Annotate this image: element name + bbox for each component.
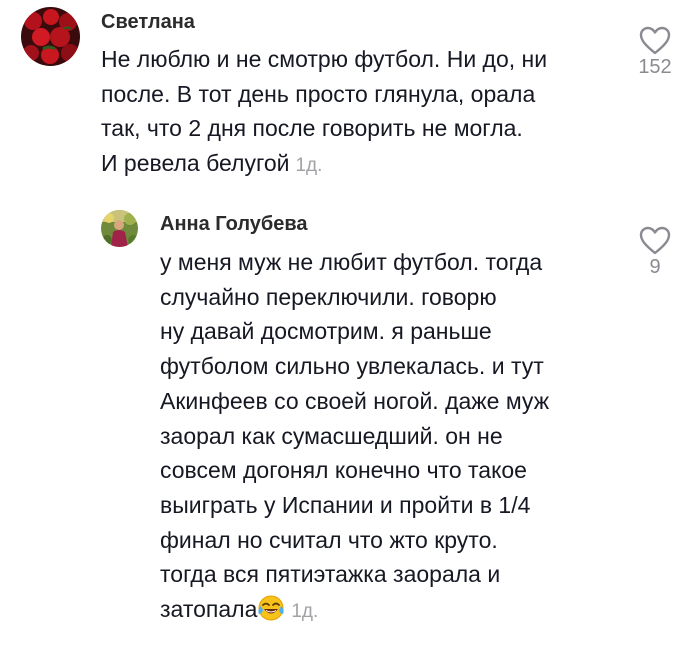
comment-timestamp: 1д. <box>291 601 319 623</box>
comment-text-line: так, что 2 дня после говорить не могла. <box>101 115 523 142</box>
comment-text-line-content: И ревела белугой <box>101 150 290 177</box>
comment-username[interactable]: Анна Голубева <box>160 213 308 236</box>
heart-outline-icon <box>625 226 685 255</box>
comment-text-line: выиграть у Испании и пройти в 1/4 <box>160 491 531 518</box>
comment-text-line: И ревела белугой 1д. <box>101 146 547 184</box>
comment-text: у меня муж не любит футбол. тогда случай… <box>160 245 549 630</box>
heart-outline-icon <box>625 26 685 55</box>
comment-text-line: тогда вся пятиэтажка заорала и <box>160 561 501 588</box>
comment-text-line: Акинфеев со своей ногой. даже муж <box>160 387 550 414</box>
face-with-tears-of-joy-icon <box>257 594 285 622</box>
comment-timestamp: 1д. <box>295 155 323 177</box>
comment-text-line: случайно переключили. говорю <box>160 283 497 310</box>
comment-username[interactable]: Светлана <box>101 11 195 34</box>
comment-text-line: у меня муж не любит футбол. тогда <box>160 249 543 275</box>
like-count: 9 <box>649 256 661 278</box>
comment-text-line: финал но считал что жто круто. <box>160 526 498 553</box>
comment-text-line: после. В тот день просто глянула, орала <box>101 80 536 107</box>
comment-text-line: затопала 1д. <box>160 592 549 630</box>
like-button[interactable]: 152 <box>625 26 685 79</box>
comment-text-line: футболом сильно увлекалась. и тут <box>160 353 544 380</box>
user-avatar[interactable] <box>21 7 80 66</box>
like-count: 152 <box>638 56 672 78</box>
user-avatar[interactable] <box>101 210 138 247</box>
comment-text-line-content: затопала <box>160 596 258 623</box>
comment-text-line: Не люблю и не смотрю футбол. Ни до, ни <box>101 46 548 72</box>
comment-text-line: ну давай досмотрим. я раньше <box>160 318 492 345</box>
comment-text-line: совсем догонял конечно что такое <box>160 457 527 484</box>
comment-text-line: заорал как сумасшедший. он не <box>160 422 503 449</box>
comment-text: Не люблю и не смотрю футбол. Ни до, ни п… <box>101 42 547 184</box>
like-button[interactable]: 9 <box>625 226 685 279</box>
